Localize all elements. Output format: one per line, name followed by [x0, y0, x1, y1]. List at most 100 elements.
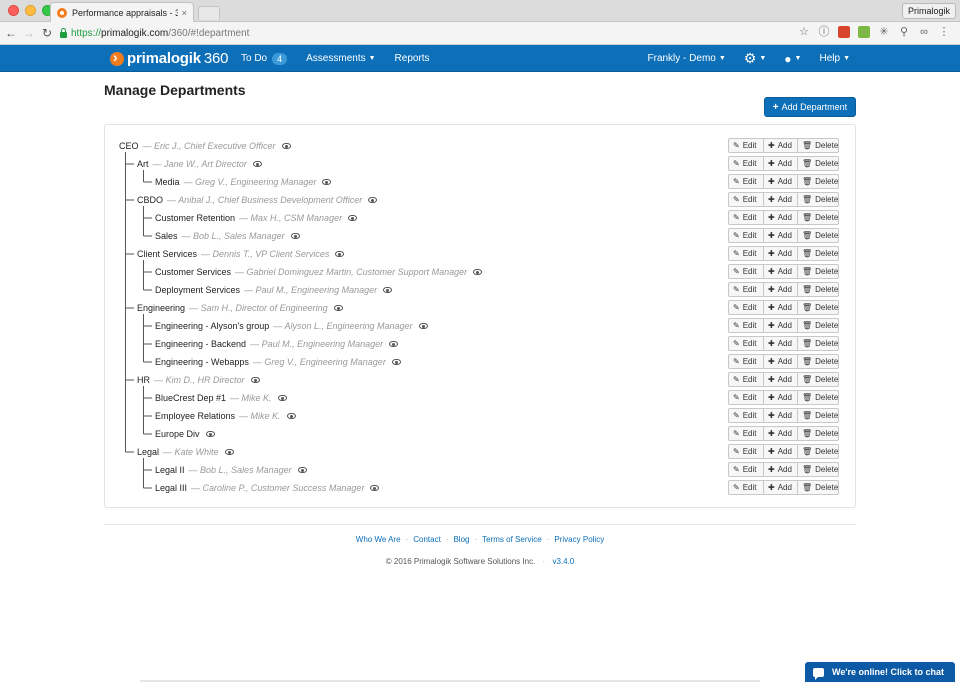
extension-red-icon[interactable]: [838, 26, 850, 38]
footer-link[interactable]: Contact: [413, 535, 441, 544]
bookmark-star-icon[interactable]: ☆: [798, 26, 810, 38]
nav-todo[interactable]: To Do 4: [241, 52, 288, 65]
add-subdepartment-button[interactable]: ✚ Add: [763, 282, 798, 297]
add-subdepartment-button[interactable]: ✚ Add: [763, 246, 798, 261]
nav-assessments[interactable]: Assessments ▼: [306, 53, 375, 64]
footer-link[interactable]: Privacy Policy: [554, 535, 604, 544]
view-eye-icon[interactable]: [335, 251, 345, 257]
edit-button[interactable]: ✎ Edit: [728, 174, 764, 189]
nav-account-dropdown[interactable]: Frankly - Demo ▼: [648, 53, 726, 64]
delete-button[interactable]: 🗑 Delete: [797, 372, 839, 387]
footer-link[interactable]: Terms of Service: [482, 535, 542, 544]
add-department-button[interactable]: + Add Department: [764, 97, 856, 117]
view-eye-icon[interactable]: [368, 197, 378, 203]
edit-button[interactable]: ✎ Edit: [728, 426, 764, 441]
edit-button[interactable]: ✎ Edit: [728, 444, 764, 459]
url-field[interactable]: https:// primalogik.com /360/#!departmen…: [60, 25, 820, 42]
edit-button[interactable]: ✎ Edit: [728, 462, 764, 477]
browser-profile-button[interactable]: Primalogik: [901, 3, 956, 19]
view-eye-icon[interactable]: [250, 377, 260, 383]
edit-button[interactable]: ✎ Edit: [728, 192, 764, 207]
view-eye-icon[interactable]: [224, 449, 234, 455]
delete-button[interactable]: 🗑 Delete: [797, 408, 839, 423]
delete-button[interactable]: 🗑 Delete: [797, 336, 839, 351]
add-subdepartment-button[interactable]: ✚ Add: [763, 408, 798, 423]
add-subdepartment-button[interactable]: ✚ Add: [763, 390, 798, 405]
extension-green-icon[interactable]: [858, 26, 870, 38]
brand-logo[interactable]: primalogik 360: [110, 49, 229, 67]
edit-button[interactable]: ✎ Edit: [728, 246, 764, 261]
add-subdepartment-button[interactable]: ✚ Add: [763, 228, 798, 243]
delete-button[interactable]: 🗑 Delete: [797, 228, 839, 243]
edit-button[interactable]: ✎ Edit: [728, 300, 764, 315]
add-subdepartment-button[interactable]: ✚ Add: [763, 156, 798, 171]
back-arrow-icon[interactable]: ←: [2, 26, 20, 40]
close-window-button[interactable]: [8, 5, 19, 16]
nav-user-dropdown[interactable]: ● ▼: [784, 52, 801, 66]
reload-icon[interactable]: ↻: [38, 26, 56, 40]
view-eye-icon[interactable]: [370, 485, 380, 491]
nav-reports[interactable]: Reports: [395, 53, 430, 64]
add-subdepartment-button[interactable]: ✚ Add: [763, 174, 798, 189]
nav-help-dropdown[interactable]: Help ▼: [819, 53, 850, 64]
view-eye-icon[interactable]: [383, 287, 393, 293]
add-subdepartment-button[interactable]: ✚ Add: [763, 318, 798, 333]
edit-button[interactable]: ✎ Edit: [728, 264, 764, 279]
delete-button[interactable]: 🗑 Delete: [797, 138, 839, 153]
extension-link-icon[interactable]: ∞: [918, 26, 930, 38]
footer-link[interactable]: Who We Are: [356, 535, 401, 544]
add-subdepartment-button[interactable]: ✚ Add: [763, 426, 798, 441]
edit-button[interactable]: ✎ Edit: [728, 210, 764, 225]
edit-button[interactable]: ✎ Edit: [728, 372, 764, 387]
edit-button[interactable]: ✎ Edit: [728, 318, 764, 333]
delete-button[interactable]: 🗑 Delete: [797, 462, 839, 477]
view-eye-icon[interactable]: [322, 179, 332, 185]
add-subdepartment-button[interactable]: ✚ Add: [763, 192, 798, 207]
edit-button[interactable]: ✎ Edit: [728, 336, 764, 351]
extension-snowflake-icon[interactable]: ✳: [878, 26, 890, 38]
delete-button[interactable]: 🗑 Delete: [797, 480, 839, 495]
delete-button[interactable]: 🗑 Delete: [797, 390, 839, 405]
add-subdepartment-button[interactable]: ✚ Add: [763, 462, 798, 477]
edit-button[interactable]: ✎ Edit: [728, 390, 764, 405]
version-link[interactable]: v3.4.0: [552, 557, 574, 566]
delete-button[interactable]: 🗑 Delete: [797, 174, 839, 189]
view-eye-icon[interactable]: [418, 323, 428, 329]
view-eye-icon[interactable]: [389, 341, 399, 347]
add-subdepartment-button[interactable]: ✚ Add: [763, 480, 798, 495]
edit-button[interactable]: ✎ Edit: [728, 156, 764, 171]
view-eye-icon[interactable]: [348, 215, 358, 221]
view-eye-icon[interactable]: [333, 305, 343, 311]
view-eye-icon[interactable]: [473, 269, 483, 275]
add-subdepartment-button[interactable]: ✚ Add: [763, 210, 798, 225]
browser-menu-icon[interactable]: ⋮: [938, 26, 950, 38]
delete-button[interactable]: 🗑 Delete: [797, 282, 839, 297]
view-eye-icon[interactable]: [277, 395, 287, 401]
view-eye-icon[interactable]: [297, 467, 307, 473]
delete-button[interactable]: 🗑 Delete: [797, 210, 839, 225]
footer-link[interactable]: Blog: [453, 535, 469, 544]
add-subdepartment-button[interactable]: ✚ Add: [763, 444, 798, 459]
delete-button[interactable]: 🗑 Delete: [797, 300, 839, 315]
add-subdepartment-button[interactable]: ✚ Add: [763, 264, 798, 279]
edit-button[interactable]: ✎ Edit: [728, 354, 764, 369]
delete-button[interactable]: 🗑 Delete: [797, 246, 839, 261]
minimize-window-button[interactable]: [25, 5, 36, 16]
delete-button[interactable]: 🗑 Delete: [797, 156, 839, 171]
forward-arrow-icon[interactable]: →: [20, 26, 38, 40]
browser-tab[interactable]: Performance appraisals - 360 ×: [50, 2, 194, 22]
add-subdepartment-button[interactable]: ✚ Add: [763, 354, 798, 369]
delete-button[interactable]: 🗑 Delete: [797, 444, 839, 459]
live-chat-button[interactable]: We're online! Click to chat: [805, 662, 955, 682]
view-eye-icon[interactable]: [286, 413, 296, 419]
view-eye-icon[interactable]: [252, 161, 262, 167]
view-eye-icon[interactable]: [205, 431, 215, 437]
tab-close-icon[interactable]: ×: [182, 8, 187, 18]
delete-button[interactable]: 🗑 Delete: [797, 264, 839, 279]
delete-button[interactable]: 🗑 Delete: [797, 318, 839, 333]
edit-button[interactable]: ✎ Edit: [728, 480, 764, 495]
delete-button[interactable]: 🗑 Delete: [797, 354, 839, 369]
view-eye-icon[interactable]: [391, 359, 401, 365]
extension-pin-icon[interactable]: ⚲: [898, 26, 910, 38]
nav-settings-dropdown[interactable]: ⚙ ▼: [744, 50, 767, 67]
